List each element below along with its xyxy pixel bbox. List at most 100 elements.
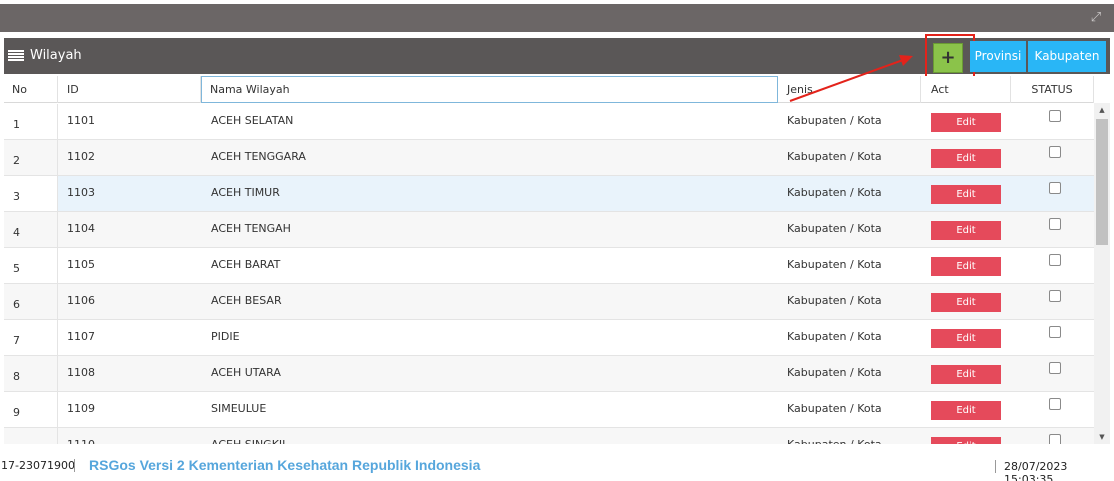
expand-icon[interactable]: ⤢ — [1088, 10, 1104, 26]
cell-act: Edit — [921, 176, 1011, 211]
column-header-id[interactable]: ID — [58, 76, 201, 103]
edit-button[interactable]: Edit — [931, 365, 1001, 384]
cell-status — [1011, 320, 1094, 355]
cell-act: Edit — [921, 140, 1011, 175]
table-row[interactable]: 9 1109 SIMEULUE Kabupaten / Kota Edit — [4, 392, 1094, 428]
column-header-nama-wilayah[interactable]: Nama Wilayah — [201, 76, 778, 103]
table-row[interactable]: 2 1102 ACEH TENGGARA Kabupaten / Kota Ed… — [4, 140, 1094, 176]
table-row[interactable]: 5 1105 ACEH BARAT Kabupaten / Kota Edit — [4, 248, 1094, 284]
scroll-thumb[interactable] — [1096, 119, 1108, 245]
column-header-act[interactable]: Act — [921, 76, 1011, 103]
table-row[interactable]: 3 1103 ACEH TIMUR Kabupaten / Kota Edit — [4, 176, 1094, 212]
scroll-down-arrow-icon[interactable]: ▼ — [1094, 430, 1110, 444]
status-checkbox[interactable] — [1049, 182, 1061, 194]
cell-status — [1011, 356, 1094, 391]
cell-no: 3 — [4, 176, 58, 211]
cell-no: 7 — [4, 320, 58, 355]
status-checkbox[interactable] — [1049, 254, 1061, 266]
cell-no: 4 — [4, 212, 58, 247]
list-icon — [8, 49, 24, 62]
wilayah-table: No ID Nama Wilayah Jenis Act STATUS 1 11… — [4, 76, 1094, 444]
build-number: 17-23071900 — [1, 459, 75, 472]
panel-title-group: Wilayah — [8, 48, 82, 63]
table-row[interactable]: 8 1108 ACEH UTARA Kabupaten / Kota Edit — [4, 356, 1094, 392]
status-checkbox[interactable] — [1049, 398, 1061, 410]
status-checkbox[interactable] — [1049, 434, 1061, 444]
cell-id: 1109 — [67, 402, 95, 415]
edit-button[interactable]: Edit — [931, 149, 1001, 168]
cell-id: 1104 — [67, 222, 95, 235]
cell-no: 6 — [4, 284, 58, 319]
status-checkbox[interactable] — [1049, 326, 1061, 338]
table-row[interactable]: 7 1107 PIDIE Kabupaten / Kota Edit — [4, 320, 1094, 356]
edit-button[interactable]: Edit — [931, 113, 1001, 132]
cell-no: 10 — [4, 428, 58, 444]
cell-jenis: Kabupaten / Kota — [787, 150, 882, 163]
window-title-bar: ⤢ — [0, 4, 1114, 32]
edit-button[interactable]: Edit — [931, 401, 1001, 420]
cell-no: 1 — [4, 104, 58, 139]
status-checkbox[interactable] — [1049, 290, 1061, 302]
edit-button[interactable]: Edit — [931, 293, 1001, 312]
cell-no: 2 — [4, 140, 58, 175]
cell-id: 1108 — [67, 366, 95, 379]
status-checkbox[interactable] — [1049, 110, 1061, 122]
tab-kabupaten[interactable]: Kabupaten — [1028, 41, 1106, 72]
cell-act: Edit — [921, 392, 1011, 427]
cell-status — [1011, 284, 1094, 319]
cell-id: 1106 — [67, 294, 95, 307]
cell-name: ACEH BARAT — [211, 258, 281, 271]
cell-act: Edit — [921, 284, 1011, 319]
cell-jenis: Kabupaten / Kota — [787, 366, 882, 379]
cell-name: ACEH SELATAN — [211, 114, 294, 127]
cell-name: ACEH SINGKIL — [201, 428, 778, 444]
cell-name: ACEH TIMUR — [201, 176, 778, 211]
status-checkbox[interactable] — [1049, 362, 1061, 374]
cell-jenis: Kabupaten / Kota — [787, 402, 882, 415]
edit-button[interactable]: Edit — [931, 257, 1001, 276]
edit-button[interactable]: Edit — [931, 437, 1001, 444]
cell-status — [1011, 392, 1094, 427]
cell-name: ACEH TENGAH — [211, 222, 291, 235]
status-checkbox[interactable] — [1049, 146, 1061, 158]
cell-name: PIDIE — [211, 330, 240, 343]
cell-id: 1102 — [67, 150, 95, 163]
table-row[interactable]: 10 1110 ACEH SINGKIL Kabupaten / Kota Ed… — [4, 428, 1094, 444]
cell-jenis: Kabupaten / Kota — [787, 330, 882, 343]
cell-act: Edit — [921, 320, 1011, 355]
panel-title: Wilayah — [30, 48, 82, 63]
table-header-row: No ID Nama Wilayah Jenis Act STATUS — [4, 76, 1094, 103]
cell-name: ACEH TENGGARA — [211, 150, 306, 163]
cell-status — [1011, 176, 1094, 211]
table-row[interactable]: 1 1101 ACEH SELATAN Kabupaten / Kota Edi… — [4, 104, 1094, 140]
cell-no: 5 — [4, 248, 58, 283]
tab-provinsi[interactable]: Provinsi — [970, 41, 1026, 72]
add-button[interactable]: + — [933, 43, 963, 73]
footer-datetime: 28/07/2023 15:03:35 — [1004, 460, 1068, 481]
cell-act: Edit — [921, 428, 1011, 444]
scroll-up-arrow-icon[interactable]: ▲ — [1094, 103, 1110, 117]
cell-status — [1011, 428, 1094, 444]
cell-status — [1011, 248, 1094, 283]
table-row[interactable]: 4 1104 ACEH TENGAH Kabupaten / Kota Edit — [4, 212, 1094, 248]
table-row[interactable]: 6 1106 ACEH BESAR Kabupaten / Kota Edit — [4, 284, 1094, 320]
status-bar: 17-23071900 RSGos Versi 2 Kementerian Ke… — [0, 450, 1114, 481]
edit-button[interactable]: Edit — [931, 185, 1001, 204]
cell-jenis: Kabupaten / Kota — [787, 258, 882, 271]
cell-jenis: Kabupaten / Kota — [787, 294, 882, 307]
column-header-no[interactable]: No — [4, 76, 58, 103]
cell-id: 1103 — [58, 176, 201, 211]
column-header-jenis[interactable]: Jenis — [778, 76, 921, 103]
cell-name: ACEH UTARA — [211, 366, 281, 379]
cell-id: 1101 — [67, 114, 95, 127]
footer-divider — [995, 460, 996, 473]
column-header-status[interactable]: STATUS — [1011, 76, 1094, 103]
edit-button[interactable]: Edit — [931, 329, 1001, 348]
cell-name: SIMEULUE — [211, 402, 267, 415]
cell-jenis: Kabupaten / Kota — [778, 176, 921, 211]
edit-button[interactable]: Edit — [931, 221, 1001, 240]
cell-jenis: Kabupaten / Kota — [778, 428, 921, 444]
status-checkbox[interactable] — [1049, 218, 1061, 230]
table-scrollbar[interactable]: ▲ ▼ — [1094, 103, 1110, 444]
cell-act: Edit — [921, 104, 1011, 139]
